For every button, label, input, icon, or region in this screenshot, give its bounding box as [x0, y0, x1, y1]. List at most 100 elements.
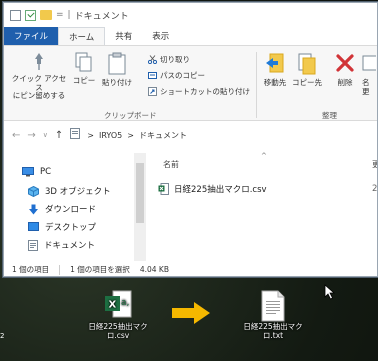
nav-label-pc: PC — [40, 167, 52, 177]
copy-path-icon — [148, 71, 157, 80]
nav-item-downloads[interactable]: ダウンロード — [28, 203, 96, 215]
tab-home[interactable]: ホーム — [58, 27, 106, 45]
rename-icon — [362, 55, 376, 71]
tab-file[interactable]: ファイル — [4, 27, 59, 45]
cube-icon — [28, 185, 39, 197]
up-arrow-icon[interactable]: ↑ — [55, 130, 63, 141]
pc-icon — [22, 167, 34, 177]
excel-sub: a, — [121, 298, 129, 308]
column-headers: ^ 名前 更 — [146, 149, 377, 173]
clipboard-icon — [108, 52, 126, 75]
tab-share[interactable]: 共有 — [105, 27, 142, 45]
nav-item-pc[interactable]: PC — [22, 167, 51, 177]
paste-shortcut-button[interactable]: ショートカットの貼り付け — [148, 86, 250, 97]
recent-chevron-down-icon[interactable]: ∨ — [43, 131, 48, 139]
move-to-icon — [266, 53, 284, 73]
folder-icon[interactable] — [40, 10, 52, 20]
copy-to-label: コピー先 — [292, 78, 322, 87]
desktop-icon — [28, 222, 39, 231]
sort-chevron-up-icon: ^ — [261, 152, 267, 160]
nav-item-desktop[interactable]: デスクトップ — [28, 221, 96, 233]
move-to-button[interactable]: 移動先 — [260, 52, 290, 88]
nav-item-3d-objects[interactable]: 3D オブジェクト — [28, 185, 111, 197]
desktop-txt-label: 日経225抽出マク ロ.txt — [243, 322, 303, 340]
title-bar: = | ドキュメント — [4, 3, 377, 27]
desktop-csv-file[interactable]: X a, 日経225抽出マク ロ.csv — [86, 290, 150, 340]
breadcrumb-item-documents[interactable]: ドキュメント — [139, 130, 187, 141]
right-arrow-icon — [172, 302, 210, 324]
column-header-date[interactable]: 更 — [372, 159, 377, 170]
desktop-txt-file[interactable]: 日経225抽出マク ロ.txt — [240, 290, 306, 340]
download-arrow-icon — [29, 204, 38, 214]
column-header-name[interactable]: 名前 — [163, 159, 179, 170]
explorer-window: = | ドキュメント ファイル ホーム 共有 表示 クイック アクセス にピン留… — [3, 2, 378, 277]
file-row[interactable]: 日経225抽出マクロ.csv 24 — [158, 181, 378, 197]
group-divider — [256, 52, 257, 118]
nav-label-desktop: デスクトップ — [45, 223, 97, 233]
forward-arrow-icon[interactable]: → — [27, 130, 35, 141]
mouse-cursor-icon — [324, 284, 336, 300]
breadcrumb: > IRYO5 > ドキュメント — [87, 130, 187, 141]
copy-button[interactable]: コピー — [72, 52, 96, 86]
nav-label-downloads: ダウンロード — [45, 205, 97, 215]
copy-path-button[interactable]: パスのコピー — [148, 70, 205, 81]
cut-label: 切り取り — [160, 55, 190, 64]
organize-group-label: 整理 — [322, 111, 337, 120]
pin-icon — [35, 53, 43, 70]
scrollbar-thumb[interactable] — [136, 163, 144, 223]
copy-to-button[interactable]: コピー先 — [292, 52, 322, 88]
pane-scrollbar[interactable] — [134, 153, 146, 261]
delete-label: 削除 — [337, 78, 353, 87]
window-title: ドキュメント — [74, 11, 129, 22]
paste-button[interactable]: 貼り付け — [100, 52, 134, 88]
file-list: ^ 名前 更 日経225抽出マクロ.csv 24 — [146, 149, 378, 261]
status-selection: 1 個の項目を選択 — [70, 265, 130, 274]
tab-view[interactable]: 表示 — [142, 27, 179, 45]
excel-csv-icon — [158, 183, 169, 195]
location-folder-icon — [70, 128, 81, 142]
paste-shortcut-icon — [148, 87, 157, 96]
text-file-icon — [261, 290, 285, 322]
nav-item-documents[interactable]: ドキュメント — [28, 239, 95, 251]
title-separator-bar: | — [67, 10, 71, 20]
ribbon-tabs: ファイル ホーム 共有 表示 — [4, 27, 377, 45]
paste-shortcut-label: ショートカットの貼り付け — [160, 87, 250, 96]
cut-button[interactable]: 切り取り — [147, 54, 190, 65]
status-item-count: 1 個の項目 — [12, 265, 50, 274]
file-name: 日経225抽出マクロ.csv — [174, 185, 267, 195]
clipboard-group-label: クリップボード — [104, 111, 157, 120]
delete-x-icon — [336, 54, 354, 72]
status-size: 4.04 KB — [139, 265, 169, 274]
breadcrumb-separator: > — [127, 130, 134, 140]
desktop-edge-label: 2 — [0, 332, 5, 340]
pin-quick-access-button[interactable]: クイック アクセス にピン留めする — [10, 52, 68, 101]
excel-badge: X — [109, 300, 117, 311]
ribbon: クイック アクセス にピン留めする コピー 貼り付け 切り取り パスのコピー シ… — [4, 45, 377, 121]
rename-label: 名 更 — [362, 78, 370, 96]
move-to-label: 移動先 — [263, 78, 287, 87]
nav-label-3d-objects: 3D オブジェクト — [45, 187, 111, 197]
copy-path-label: パスのコピー — [160, 71, 205, 80]
status-divider — [59, 264, 61, 275]
copy-label: コピー — [72, 76, 96, 85]
document-icon — [28, 239, 38, 251]
check-icon[interactable] — [25, 9, 36, 21]
delete-button[interactable]: 削除 — [334, 52, 356, 88]
breadcrumb-separator: > — [87, 130, 94, 140]
back-arrow-icon[interactable]: ← — [12, 130, 20, 141]
copy-to-icon — [298, 53, 316, 75]
desktop-csv-label: 日経225抽出マク ロ.csv — [88, 322, 148, 340]
quick-access-dropdown[interactable]: = — [56, 10, 64, 20]
address-bar: ← → ∨ ↑ > IRYO5 > ドキュメント — [4, 121, 377, 149]
navigation-pane: PC 3D オブジェクト ダウンロード デスクトップ ドキュメント — [4, 153, 134, 261]
nav-label-documents: ドキュメント — [44, 241, 96, 251]
copy-icon — [75, 52, 92, 72]
rename-button[interactable]: 名 更 — [362, 52, 377, 96]
paste-label: 貼り付け — [102, 78, 132, 87]
properties-icon[interactable] — [10, 9, 21, 21]
excel-file-icon: X a, — [105, 290, 132, 318]
pin-label: クイック アクセス にピン留めする — [11, 74, 67, 101]
file-date: 24 — [372, 184, 378, 194]
breadcrumb-item-iryo5[interactable]: IRYO5 — [99, 131, 122, 140]
status-bar: 1 個の項目 1 個の項目を選択 4.04 KB — [4, 261, 377, 276]
